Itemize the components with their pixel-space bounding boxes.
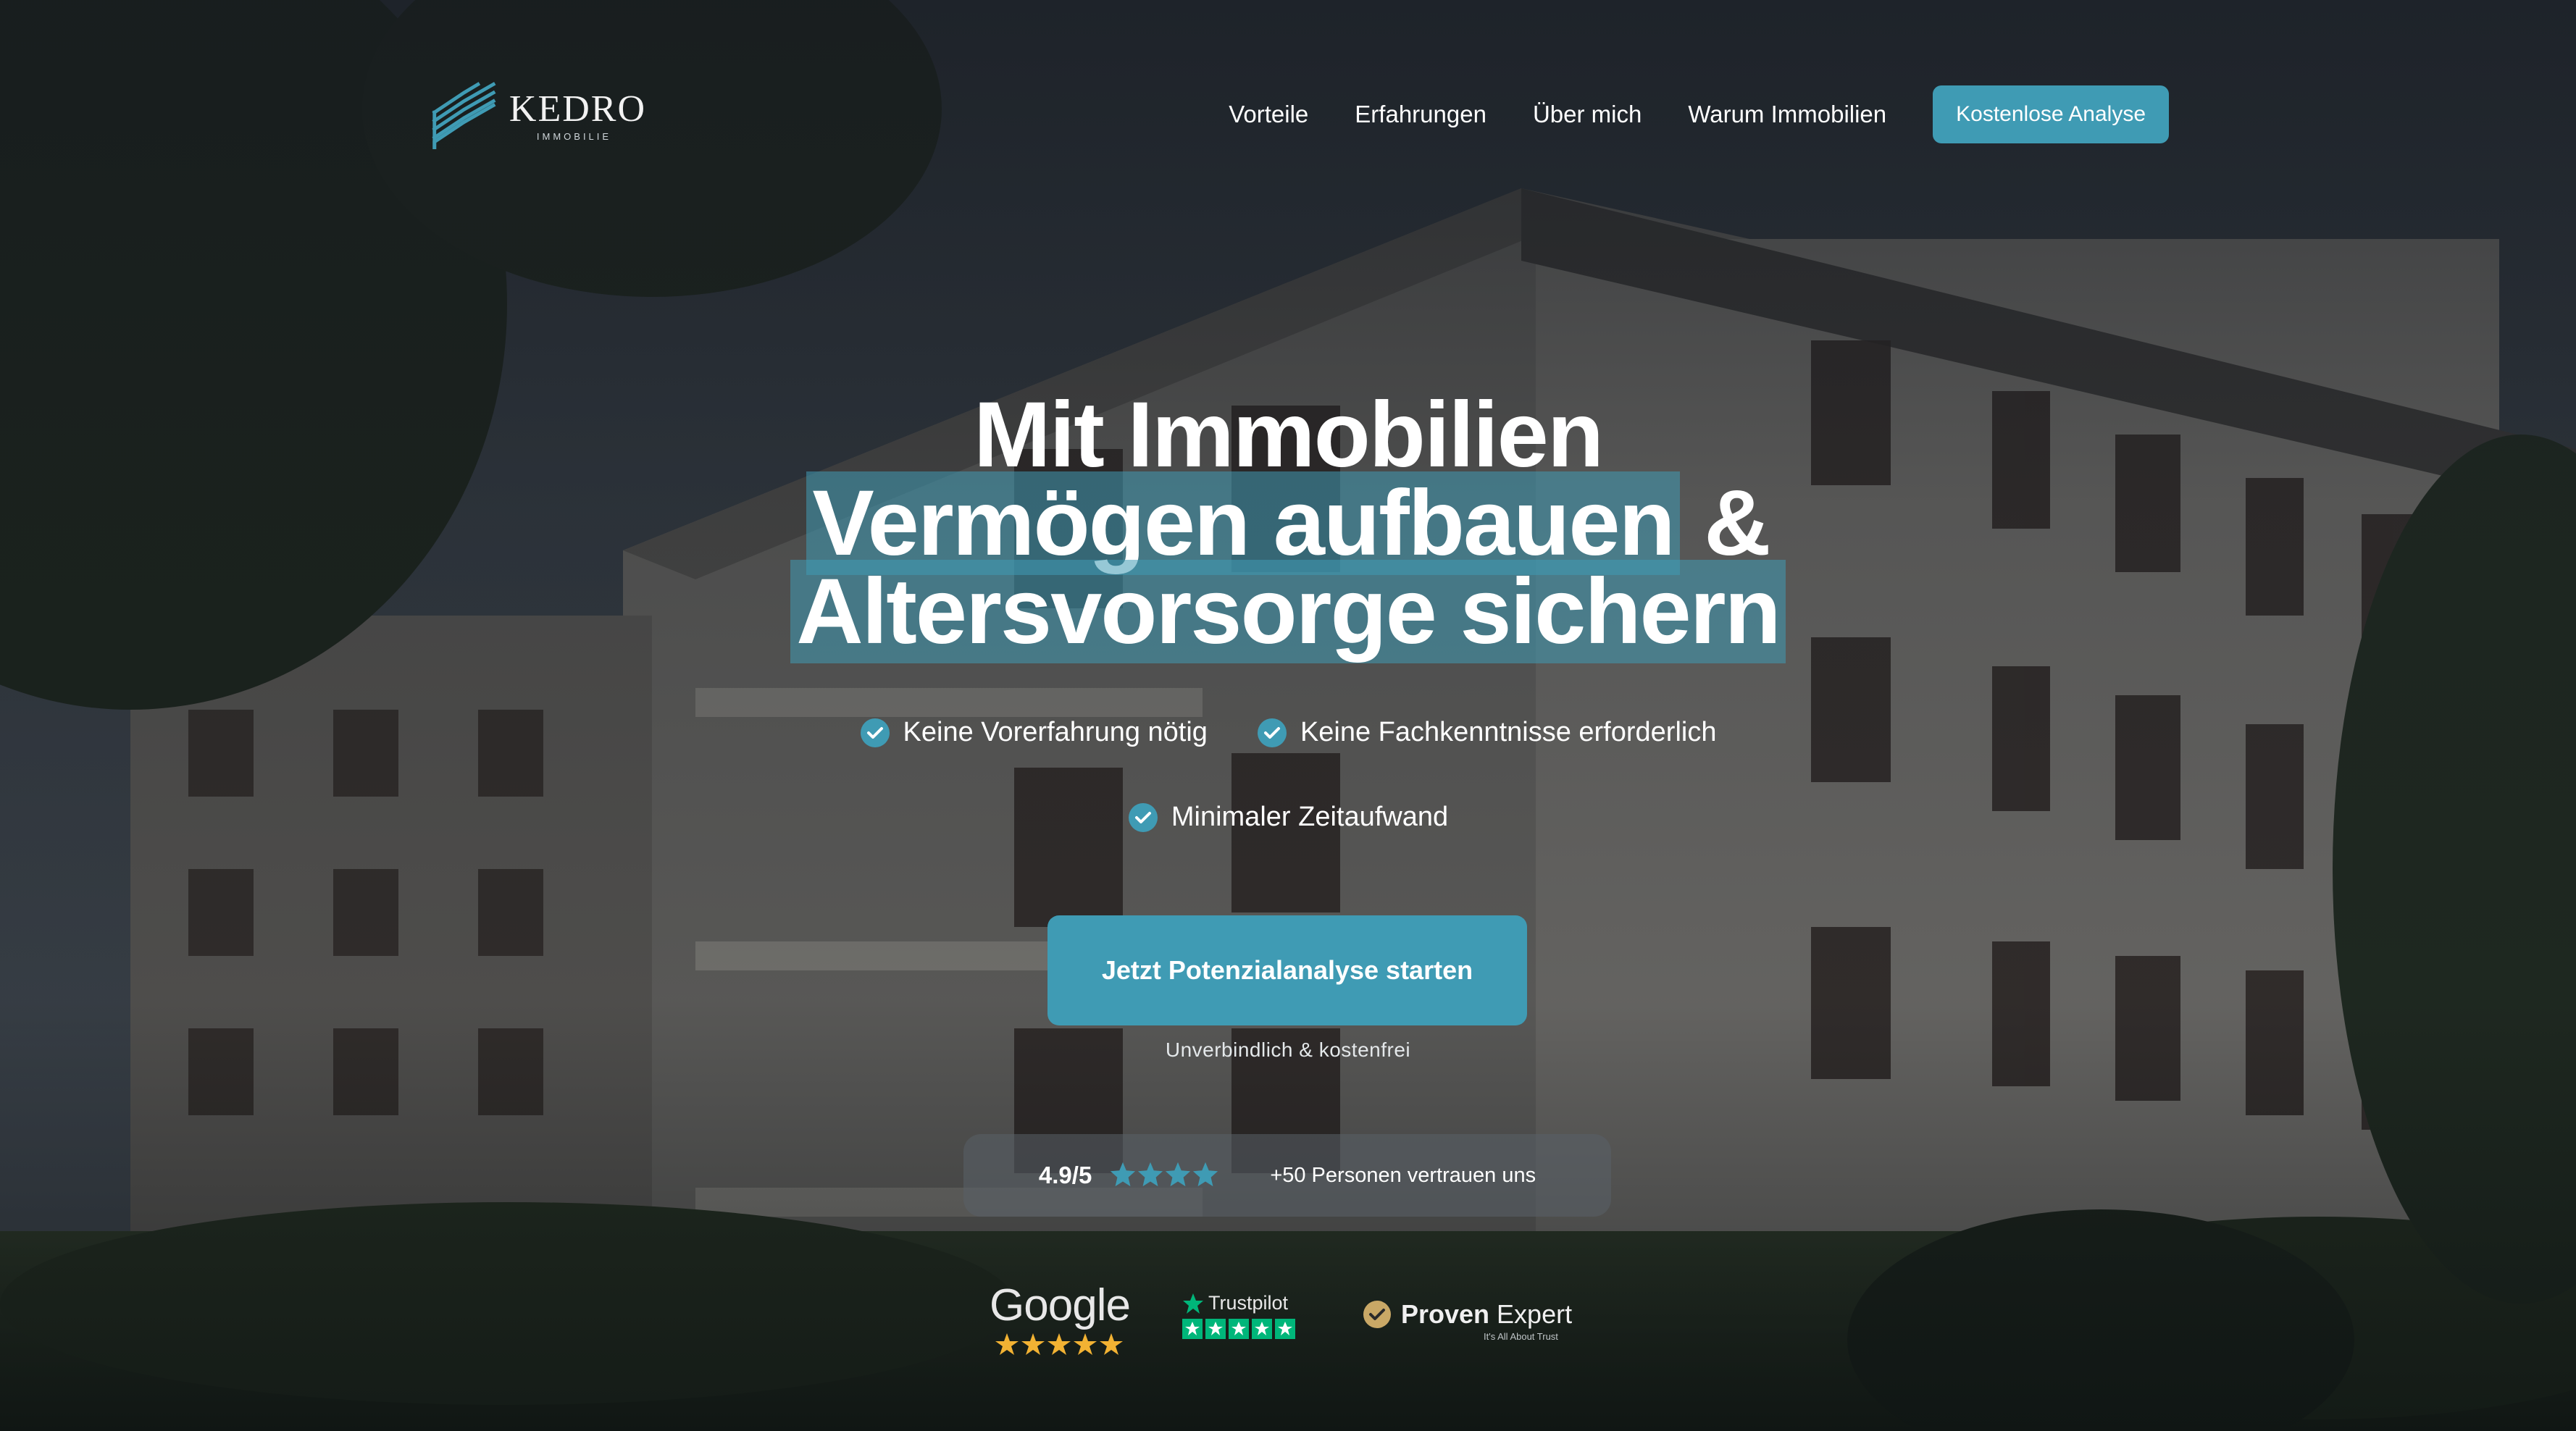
check-circle-icon: [860, 718, 890, 747]
nav-link-warum-immobilien[interactable]: Warum Immobilien: [1688, 101, 1886, 128]
provenexpert-label-rest: Expert: [1489, 1299, 1573, 1329]
hero-highlight-2: Altersvorsorge sichern: [790, 560, 1786, 663]
logo-stairs-icon: [432, 82, 496, 150]
rating-text: +50 Personen vertrauen uns: [1270, 1163, 1536, 1187]
provenexpert-tagline: It's All About Trust: [1484, 1331, 1558, 1342]
benefit-row-2: Minimaler Zeitaufwand: [0, 802, 2576, 833]
benefit-label: Keine Fachkenntnisse erforderlich: [1300, 717, 1717, 747]
rating-score: 4.9/5: [1038, 1162, 1092, 1188]
nav-link-ueber-mich[interactable]: Über mich: [1533, 101, 1642, 128]
benefit-label: Minimaler Zeitaufwand: [1171, 802, 1449, 832]
trustpilot-star-icon: [1183, 1293, 1203, 1314]
brand-name: KEDRO: [509, 88, 646, 130]
benefit-item: Keine Fachkenntnisse erforderlich: [1257, 717, 1717, 748]
google-stars-icon: [995, 1333, 1123, 1355]
hero-headline-line-2: Vermögen aufbauen &: [0, 471, 2576, 575]
main-nav: Vorteile Erfahrungen Über mich Warum Imm…: [1229, 85, 2169, 143]
rating-summary: 4.9/5 +50 Personen vertrauen uns: [963, 1134, 1611, 1217]
google-logo: Google: [990, 1280, 1131, 1330]
provenexpert-label-bold: Proven: [1401, 1299, 1490, 1329]
provenexpert-badge[interactable]: Proven Expert It's All About Trust: [1362, 1299, 1594, 1342]
review-badges: Google Trustpilot Proven Expert It's All…: [985, 1282, 1594, 1361]
check-circle-icon: [1257, 718, 1287, 747]
cta-note: Unverbindlich & kostenfrei: [1165, 1038, 1411, 1061]
trustpilot-stars-icon: [1182, 1319, 1295, 1339]
hero-section: Mit Immobilien Vermögen aufbauen & Alter…: [0, 383, 2576, 663]
nav-link-vorteile[interactable]: Vorteile: [1229, 101, 1308, 128]
site-header: KEDRO IMMOBILIE Vorteile Erfahrungen Übe…: [0, 0, 2576, 232]
benefit-item: Minimaler Zeitaufwand: [1128, 802, 1448, 833]
benefit-label: Keine Vorerfahrung nötig: [903, 717, 1208, 747]
benefit-item: Keine Vorerfahrung nötig: [860, 717, 1208, 748]
trustpilot-badge[interactable]: Trustpilot: [1182, 1292, 1298, 1340]
provenexpert-check-icon: [1363, 1301, 1391, 1328]
provenexpert-label: Proven Expert: [1401, 1299, 1572, 1330]
hero-headline: Mit Immobilien Vermögen aufbauen & Alter…: [0, 383, 2576, 663]
start-analysis-button[interactable]: Jetzt Potenzialanalyse starten: [1047, 915, 1527, 1025]
free-analysis-button[interactable]: Kostenlose Analyse: [1933, 85, 2169, 143]
google-reviews-badge[interactable]: Google: [985, 1282, 1134, 1357]
brand-logo[interactable]: KEDRO IMMOBILIE: [429, 72, 646, 159]
brand-subtitle: IMMOBILIE: [536, 130, 612, 142]
hero-headline-line-1: Mit Immobilien: [974, 383, 1604, 487]
benefit-list: Keine Vorerfahrung nötig Keine Fachkennt…: [0, 717, 2576, 833]
nav-link-erfahrungen[interactable]: Erfahrungen: [1355, 101, 1486, 128]
check-circle-icon: [1128, 802, 1158, 832]
benefit-row-1: Keine Vorerfahrung nötig Keine Fachkennt…: [0, 717, 2576, 748]
star-rating-icon: [1111, 1162, 1234, 1187]
trustpilot-label: Trustpilot: [1208, 1292, 1289, 1314]
hero-headline-line-3: Altersvorsorge sichern: [0, 560, 2576, 663]
